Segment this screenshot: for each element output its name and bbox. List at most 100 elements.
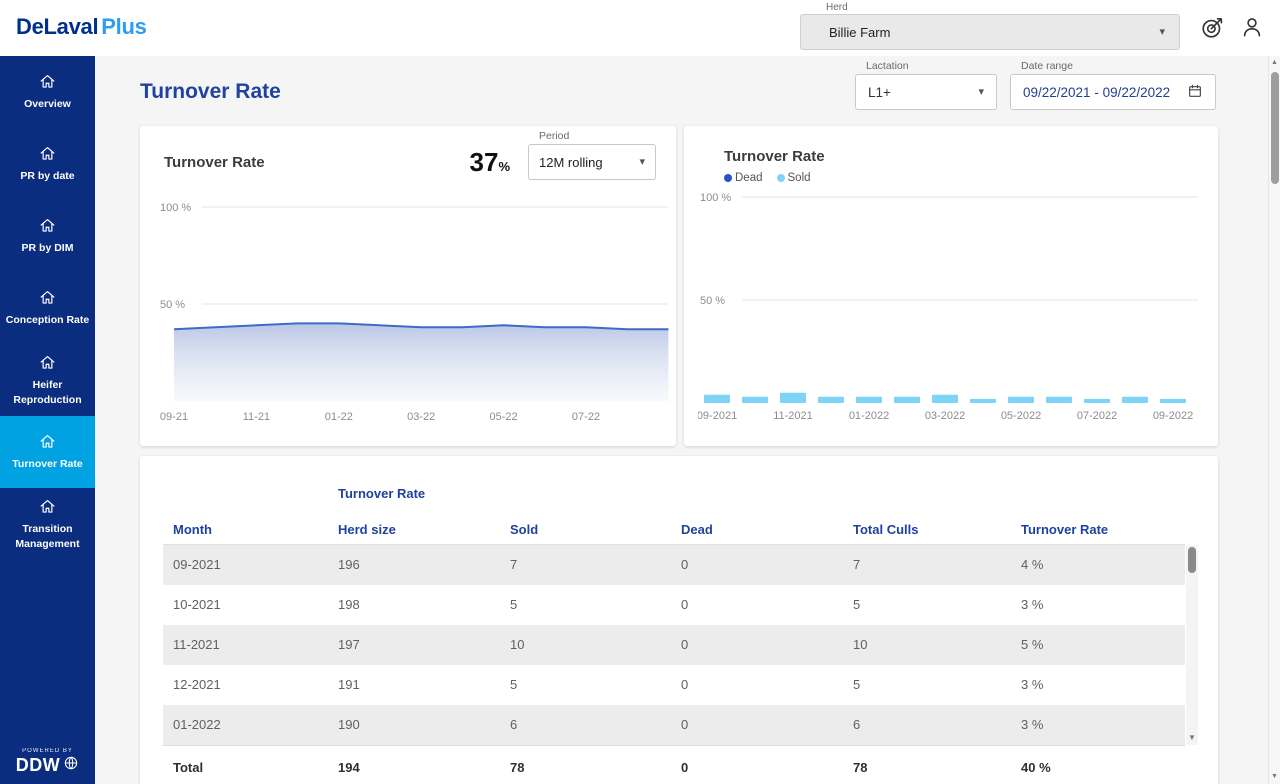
turnover-table-card: Turnover Rate MonthHerd sizeSoldDeadTota… — [140, 456, 1218, 784]
svg-text:100 %: 100 % — [160, 202, 191, 214]
table-cell: 4 % — [1021, 545, 1185, 585]
scroll-down-icon[interactable]: ▼ — [1186, 731, 1198, 745]
home-icon — [38, 432, 57, 451]
herd-select[interactable]: Herd Billie Farm ▾ — [800, 2, 1180, 50]
chevron-down-icon: ▾ — [639, 157, 645, 168]
home-icon — [38, 144, 57, 163]
date-range-input[interactable]: Date range 09/22/2021 - 09/22/2022 — [1010, 74, 1216, 110]
svg-text:09-2021: 09-2021 — [698, 410, 737, 422]
herd-select-box[interactable]: Billie Farm ▾ — [800, 14, 1180, 50]
legend-label-dead: Dead — [735, 172, 763, 184]
sidebar-item-pr-by-date[interactable]: PR by date — [0, 128, 95, 200]
brand-logo: DeLavalPlus — [16, 14, 147, 40]
page-scrollbar[interactable]: ▲ ▼ — [1268, 56, 1280, 784]
table-cell: 198 — [338, 585, 510, 625]
table-row: 11-2021197100105 % — [163, 625, 1185, 665]
table-row: 01-20221906063 % — [163, 705, 1185, 745]
turnover-bar-svg: 100 %50 %09-202111-202101-202203-202205-… — [698, 188, 1204, 424]
brand-suffix: Plus — [101, 14, 146, 39]
legend-dot-sold — [777, 174, 785, 182]
kpi-value: 37% — [470, 149, 510, 175]
table-cell: 191 — [338, 665, 510, 705]
table-cell: 6 — [510, 705, 681, 745]
line-chart-title: Turnover Rate — [164, 154, 265, 171]
table-cell: 5 % — [1021, 625, 1185, 665]
svg-text:50 %: 50 % — [160, 299, 185, 311]
table-cell: 0 — [681, 585, 853, 625]
svg-text:05-22: 05-22 — [490, 411, 518, 423]
home-icon — [38, 72, 57, 91]
column-header: Turnover Rate — [1021, 515, 1185, 545]
table-cell: 190 — [338, 705, 510, 745]
lactation-label: Lactation — [866, 60, 909, 72]
sidebar-item-overview[interactable]: Overview — [0, 56, 95, 128]
sidebar: Overview PR by datePR by DIMConception Ra… — [0, 56, 95, 784]
table-cell: 7 — [853, 545, 1021, 585]
globe-icon — [63, 755, 79, 776]
table-body: 09-20211967074 %10-20211985053 %11-20211… — [163, 545, 1185, 745]
sidebar-footer: POWERED BY DDW — [0, 748, 95, 776]
svg-text:11-2021: 11-2021 — [773, 410, 813, 422]
table-total-cell: 78 — [510, 746, 681, 784]
legend-dot-dead — [724, 174, 732, 182]
table-cell: 5 — [510, 665, 681, 705]
table-cell: 5 — [853, 585, 1021, 625]
table-total-cell: 194 — [338, 746, 510, 784]
sidebar-item-pr-by-dim[interactable]: PR by DIM — [0, 200, 95, 272]
table-scrollbar-thumb[interactable] — [1188, 547, 1196, 573]
svg-text:03-22: 03-22 — [407, 411, 435, 423]
date-range-label: Date range — [1021, 60, 1073, 72]
table-cell: 0 — [681, 665, 853, 705]
svg-text:100 %: 100 % — [700, 192, 731, 204]
table-cell: 0 — [681, 705, 853, 745]
table-cell: 11-2021 — [163, 625, 338, 665]
column-header: Total Culls — [853, 515, 1021, 545]
user-account-icon[interactable] — [1238, 13, 1266, 41]
table-cell: 3 % — [1021, 585, 1185, 625]
page-scrollbar-thumb[interactable] — [1271, 72, 1279, 184]
table-row: 09-20211967074 % — [163, 545, 1185, 585]
sidebar-item-label: Overview — [24, 97, 71, 111]
ddw-logo: DDW — [16, 755, 61, 776]
svg-text:09-21: 09-21 — [160, 411, 188, 423]
table-total-row: Total1947807840 % — [163, 745, 1185, 784]
lactation-select[interactable]: Lactation L1+ ▾ — [855, 74, 997, 110]
sidebar-item-conception-rate[interactable]: Conception Rate — [0, 272, 95, 344]
table-cell: 01-2022 — [163, 705, 338, 745]
svg-text:03-2022: 03-2022 — [925, 410, 965, 422]
svg-text:05-2022: 05-2022 — [1001, 410, 1041, 422]
herd-select-label: Herd — [826, 2, 1180, 13]
sidebar-item-transition-management[interactable]: Transition Management — [0, 488, 95, 560]
table-total-cell: 40 % — [1021, 746, 1185, 784]
svg-text:01-22: 01-22 — [325, 411, 353, 423]
period-select[interactable]: Period 12M rolling ▾ — [528, 144, 656, 180]
sidebar-item-heifer-reproduction[interactable]: Heifer Reproduction — [0, 344, 95, 416]
scroll-down-icon[interactable]: ▼ — [1269, 770, 1280, 784]
turnover-bar-card: Turnover Rate Dead Sold 100 %50 %09-2021… — [684, 126, 1218, 446]
table-cell: 3 % — [1021, 705, 1185, 745]
table-cell: 196 — [338, 545, 510, 585]
table-title: Turnover Rate — [338, 486, 425, 501]
table-cell: 0 — [681, 625, 853, 665]
table-cell: 5 — [853, 665, 1021, 705]
sidebar-item-turnover-rate[interactable]: Turnover Rate — [0, 416, 95, 488]
sidebar-nav: Overview PR by datePR by DIMConception Ra… — [0, 56, 95, 560]
chart-legend: Dead Sold — [724, 172, 811, 184]
table-total-cell: 78 — [853, 746, 1021, 784]
table-cell: 10-2021 — [163, 585, 338, 625]
table-header-row: MonthHerd sizeSoldDeadTotal CullsTurnove… — [163, 515, 1185, 545]
scroll-up-icon[interactable]: ▲ — [1269, 56, 1280, 70]
legend-item-sold: Sold — [777, 172, 811, 184]
bar-chart-title: Turnover Rate — [724, 148, 825, 165]
table-cell: 10 — [510, 625, 681, 665]
table-scrollbar[interactable]: ▼ — [1186, 545, 1198, 745]
goals-target-icon[interactable] — [1199, 13, 1227, 41]
turnover-line-svg: 100 %50 %09-2111-2101-2203-2205-2207-22 — [158, 198, 670, 430]
svg-text:01-2022: 01-2022 — [849, 410, 889, 422]
sidebar-item-label: Heifer Reproduction — [3, 378, 92, 406]
chevron-down-icon: ▾ — [1159, 27, 1165, 38]
table-cell: 0 — [681, 545, 853, 585]
home-icon — [38, 216, 57, 235]
home-icon — [38, 353, 57, 372]
chevron-down-icon: ▾ — [978, 87, 984, 98]
